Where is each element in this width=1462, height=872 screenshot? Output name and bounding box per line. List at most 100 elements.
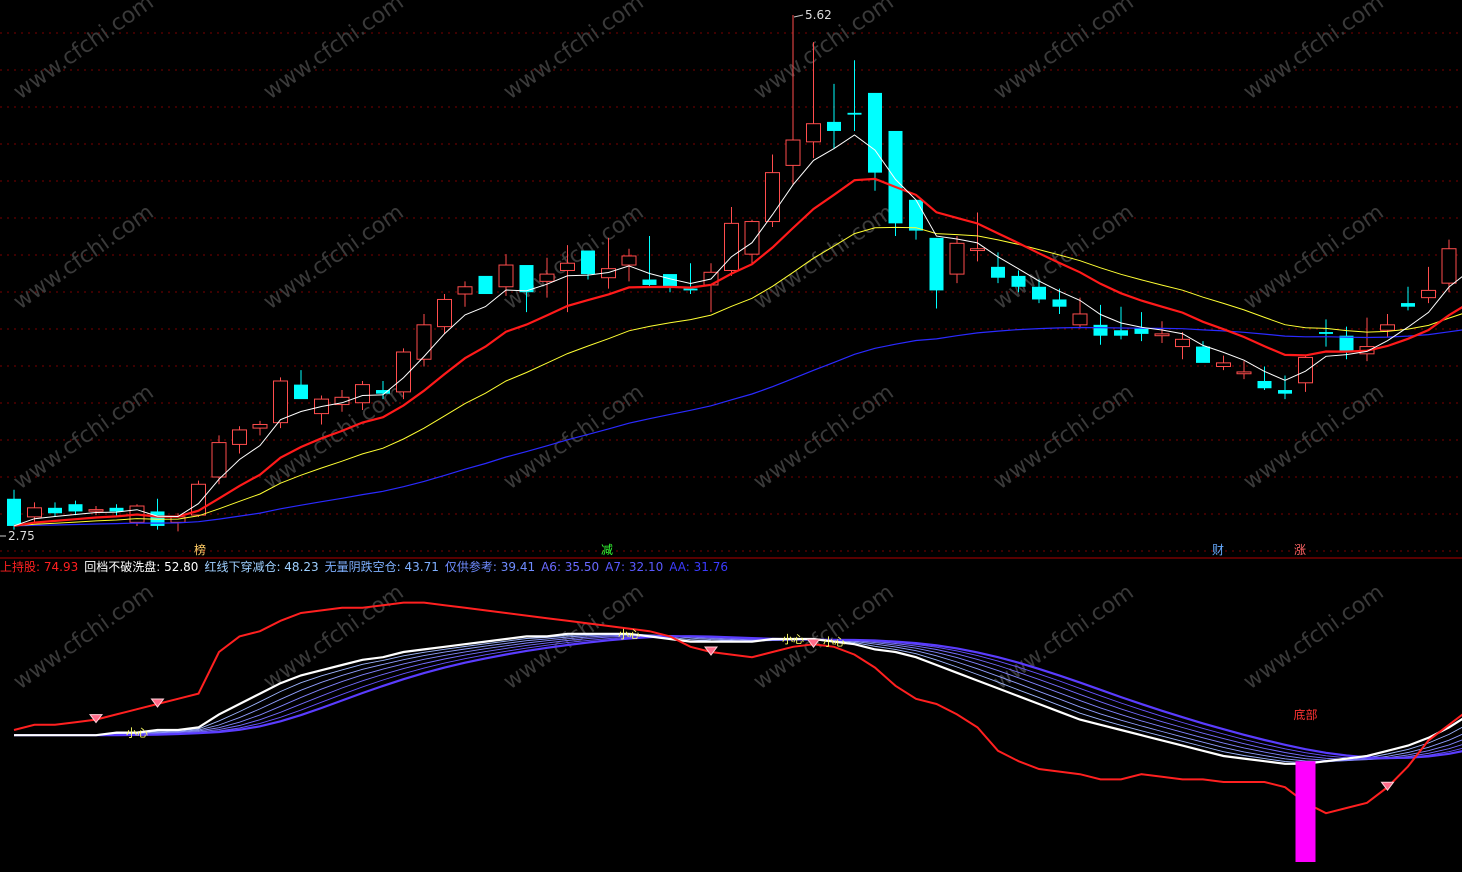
bottom-label: 底部 [1293, 707, 1317, 722]
candle-body-up [539, 273, 555, 282]
candle-body-up [498, 264, 514, 288]
candle-body-up [1072, 313, 1088, 326]
legend-label: 仅供参考: [445, 559, 501, 574]
gem-signal-icon [1380, 781, 1395, 792]
candle-body-up [744, 221, 760, 255]
watermark-text: www.cfchi.com [9, 380, 158, 495]
candle-body-down [48, 507, 62, 514]
watermark-text: www.cfchi.com [989, 200, 1138, 315]
candle-body-down [1339, 335, 1354, 353]
candle-body-up [724, 222, 739, 271]
candle-body-up [1421, 289, 1436, 299]
candle-body-down [1319, 332, 1333, 334]
candle-body-down [1134, 328, 1149, 334]
candle-body-down [7, 498, 21, 526]
candle-body-up [1441, 248, 1457, 284]
candle-body-down [109, 507, 124, 512]
candle-body-up [273, 380, 288, 424]
indicator-fan-line [14, 633, 1462, 762]
ma-fast-line [13, 134, 1462, 527]
bottom-signal-bar [1295, 761, 1316, 862]
watermark-text: www.cfchi.com [1239, 580, 1388, 695]
legend-label: 回档不破洗盘: [84, 559, 164, 574]
watermark-text: www.cfchi.com [989, 0, 1138, 105]
watermark-text: www.cfchi.com [9, 200, 158, 315]
candle-body-down [1278, 390, 1292, 394]
legend-label: A7: [605, 560, 629, 574]
candle-body-down [478, 275, 493, 295]
candle-body-up [1216, 362, 1231, 367]
candle-body-down [991, 266, 1005, 278]
legend-label: A6: [541, 560, 565, 574]
candle-body-down [1401, 303, 1415, 307]
candle-body-down [581, 250, 595, 275]
legend-label: AA: [669, 560, 693, 574]
watermark-layer: www.cfchi.com www.cfchi.com www.cfchi.com w… [9, 0, 1388, 695]
watermark-text: www.cfchi.com [259, 580, 408, 695]
candle-body-up [970, 248, 985, 252]
watermark-text: www.cfchi.com [1239, 0, 1388, 105]
candle-body-down [827, 121, 841, 131]
indicator-fan-line [14, 634, 1462, 761]
moving-average-lines [13, 134, 1462, 527]
candle-body-up [1380, 324, 1395, 331]
legend-value: 31.76 [694, 560, 728, 574]
candle-body-down [1114, 330, 1128, 336]
high-price-label: 5.62 [805, 8, 832, 22]
candle-body-up [437, 298, 452, 328]
indicator-legend: 上持股: 74.93 回档不破洗盘: 52.80 红线下穿减仓: 48.23 无量阴跌… [0, 559, 728, 574]
indicator-fan-line [14, 635, 1462, 760]
candle-body-up [457, 286, 473, 295]
candle-body-down [909, 199, 923, 231]
candle-body-down [294, 384, 308, 400]
legend-value: 35.50 [565, 560, 599, 574]
watermark-text: www.cfchi.com [259, 200, 408, 315]
candle-body-down [1257, 380, 1272, 389]
candle-body-up [560, 262, 575, 271]
candle-body-down [1052, 299, 1067, 307]
low-price-label: 2.75 [8, 529, 35, 543]
candle-body-up [252, 423, 268, 429]
signal-marker: 减 [601, 543, 613, 557]
watermark-text: www.cfchi.com [989, 380, 1138, 495]
watermark-text: www.cfchi.com [1239, 200, 1388, 315]
stock-chart: www.cfchi.com www.cfchi.com www.cfchi.com w… [0, 0, 1462, 862]
watermark-text: www.cfchi.com [259, 0, 408, 105]
legend-label: 红线下穿减仓: [204, 559, 284, 574]
legend-value: 43.71 [405, 560, 439, 574]
caution-text: 小心 [126, 727, 148, 740]
candle-body-down [519, 265, 534, 293]
legend-value: 74.93 [44, 560, 78, 574]
candle-body-down [1011, 275, 1026, 287]
caution-text: 小心 [823, 636, 845, 649]
candle-body-down [1196, 346, 1210, 363]
candle-body-up [1236, 371, 1252, 375]
candle-body-up [785, 139, 801, 166]
watermark-text: www.cfchi.com [9, 0, 158, 105]
candle-body-down [888, 130, 903, 224]
candle-body-up [27, 507, 42, 518]
high-pointer [793, 14, 804, 18]
watermark-text: www.cfchi.com [1239, 380, 1388, 495]
candle-body-up [1175, 338, 1190, 348]
legend-value: 48.23 [284, 560, 318, 574]
candle-body-down [929, 237, 944, 291]
candle-body-down [847, 112, 862, 115]
candle-body-up [211, 442, 227, 478]
candle-body-up [949, 242, 965, 275]
candle-body-down [1093, 324, 1108, 336]
indicator-fan-line [14, 634, 1462, 761]
candle-body-down [68, 504, 83, 512]
candle-body-up [232, 429, 247, 445]
candle-body-down [868, 92, 882, 173]
legend-label: 上持股: [0, 559, 44, 574]
candle-body-up [416, 324, 432, 360]
candle-body-up [1298, 356, 1313, 384]
signal-marker: 涨 [1294, 542, 1306, 557]
watermark-text: www.cfchi.com [749, 380, 898, 495]
signal-marker: 榜 [194, 542, 206, 557]
legend-label: 无量阴跌空仓: [325, 559, 405, 574]
candle-body-up [621, 255, 637, 266]
legend-value: 32.10 [629, 560, 663, 574]
watermark-text: www.cfchi.com [9, 580, 158, 695]
